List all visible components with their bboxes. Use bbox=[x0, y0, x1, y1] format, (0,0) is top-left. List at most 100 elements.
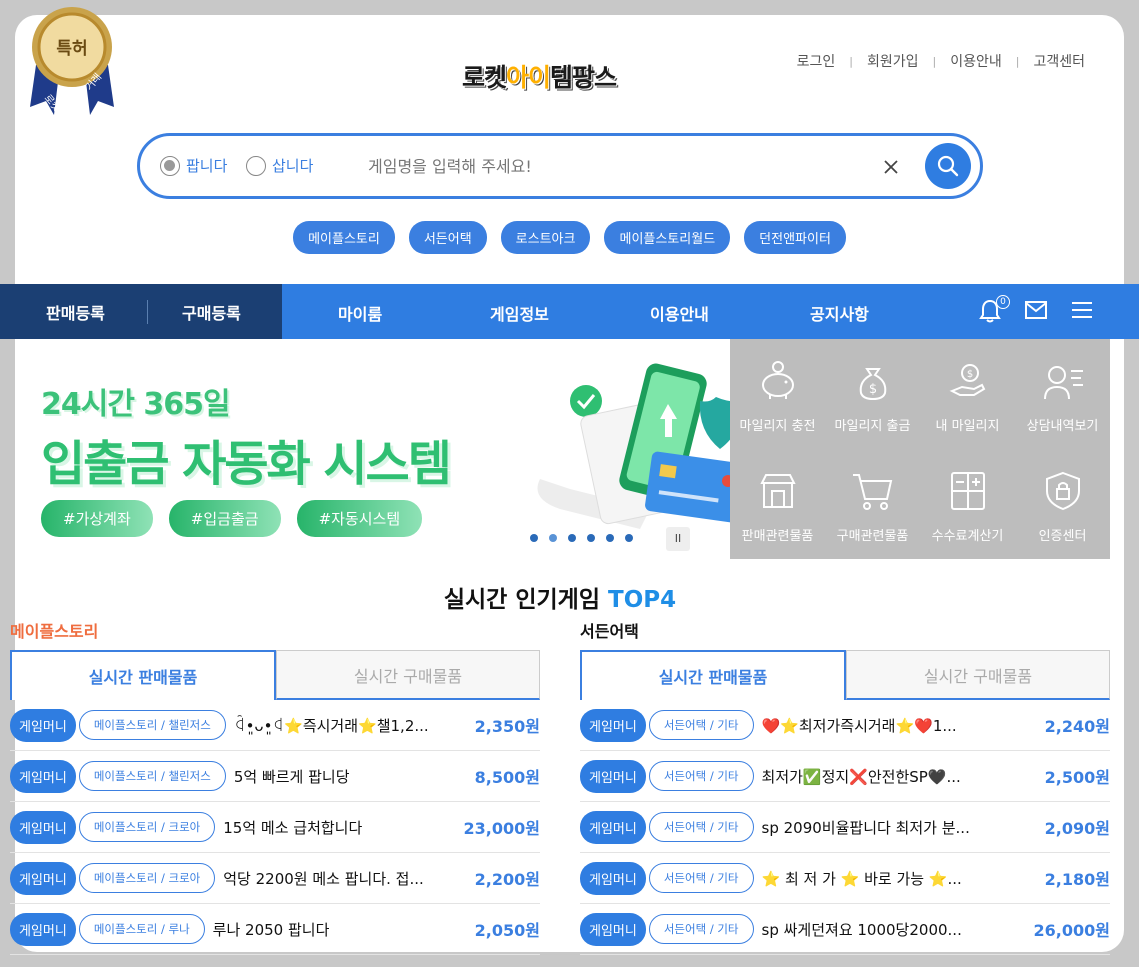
quick-mileage-withdraw[interactable]: $ 마일리지 출금 bbox=[825, 339, 920, 449]
chip-lost-ark[interactable]: 로스트아크 bbox=[500, 221, 591, 254]
tab-realtime-sell[interactable]: 실시간 판매물품 bbox=[580, 650, 846, 700]
listing-row[interactable]: 게임머니 서든어택 / 기타 sp 2090비율팝니다 최저가 분... 2,0… bbox=[580, 802, 1110, 853]
listing-price: 26,000원 bbox=[1033, 921, 1110, 940]
listing-title[interactable]: sp 싸게던져요 1000당2000... bbox=[762, 919, 962, 940]
nav-divider bbox=[147, 299, 148, 324]
listing-title[interactable]: ꒈ•͈ᴗ•͈ꒉ⭐즉시거래⭐챌1,2... bbox=[234, 715, 429, 736]
quick-auth-center[interactable]: 인증센터 bbox=[1015, 449, 1110, 559]
customer-center-link[interactable]: 고객센터 bbox=[1019, 51, 1099, 71]
headset-icon bbox=[1043, 366, 1083, 400]
quick-fee-calculator[interactable]: 수수료계산기 bbox=[920, 449, 1015, 559]
sell-register-button[interactable]: 판매등록 bbox=[46, 300, 105, 324]
realtime-section-title: 실시간 인기게임 TOP4 bbox=[0, 580, 1120, 614]
listing-title[interactable]: 5억 빠르게 팝니당 bbox=[234, 766, 350, 787]
coin-hand-icon: $ bbox=[949, 364, 985, 396]
carousel-dot[interactable] bbox=[625, 534, 633, 542]
banner-tag: #자동시스템 bbox=[296, 500, 423, 537]
listing-row[interactable]: 게임머니 메이플스토리 / 챌린저스 5억 빠르게 팝니당 8,500원 bbox=[10, 751, 540, 802]
search-icon bbox=[937, 155, 959, 177]
quick-mileage-charge[interactable]: 마일리지 충전 bbox=[730, 339, 825, 449]
carousel-dot[interactable] bbox=[606, 534, 614, 542]
radio-sell[interactable]: 팝니다 bbox=[160, 155, 227, 176]
listing-title[interactable]: 15억 메소 급처합니다 bbox=[223, 817, 362, 838]
quick-label: 판매관련물품 bbox=[741, 529, 814, 544]
listing-row[interactable]: 게임머니 메이플스토리 / 크로아 15억 메소 급처합니다 23,000원 bbox=[10, 802, 540, 853]
quick-my-mileage[interactable]: $ 내 마일리지 bbox=[920, 339, 1015, 449]
listing-row[interactable]: 게임머니 서든어택 / 기타 ⭐ 최 저 가 ⭐ 바로 가능 ⭐... 2,18… bbox=[580, 853, 1110, 904]
listing-title[interactable]: ⭐ 최 저 가 ⭐ 바로 가능 ⭐... bbox=[762, 868, 962, 889]
chip-maplestory[interactable]: 메이플스토리 bbox=[293, 221, 395, 254]
carousel-pause-button[interactable]: II bbox=[666, 527, 690, 551]
listing-title[interactable]: 루나 2050 팝니다 bbox=[213, 919, 330, 940]
nav-notice[interactable]: 공지사항 bbox=[810, 301, 869, 325]
listing-title[interactable]: 억당 2200원 메소 팝니다. 접... bbox=[223, 868, 424, 889]
mail-icon[interactable] bbox=[1025, 301, 1047, 319]
server-badge: 메이플스토리 / 챌린저스 bbox=[78, 761, 226, 791]
listing-price: 2,180원 bbox=[1044, 870, 1110, 889]
listing-row[interactable]: 게임머니 메이플스토리 / 크로아 억당 2200원 메소 팝니다. 접... … bbox=[10, 853, 540, 904]
column-game-name[interactable]: 메이플스토리 bbox=[10, 618, 540, 650]
carousel-dot[interactable] bbox=[549, 534, 557, 542]
store-icon bbox=[759, 474, 796, 508]
chip-dnf[interactable]: 던전앤파이터 bbox=[744, 221, 846, 254]
logo-rest: 템팡스 bbox=[550, 63, 617, 92]
server-badge: 메이플스토리 / 루나 bbox=[78, 914, 205, 944]
nav-game-info[interactable]: 게임정보 bbox=[490, 301, 549, 325]
radio-buy[interactable]: 삽니다 bbox=[246, 155, 313, 176]
quick-label: 구매관련물품 bbox=[836, 529, 909, 544]
banner-line2: 입출금 자동화 시스템 bbox=[41, 436, 452, 492]
calculator-icon bbox=[950, 472, 985, 510]
tab-realtime-sell[interactable]: 실시간 판매물품 bbox=[10, 650, 276, 700]
clear-icon[interactable] bbox=[880, 156, 902, 178]
item-type-badge: 게임머니 bbox=[10, 708, 76, 742]
quick-consult-history[interactable]: 상담내역보기 bbox=[1015, 339, 1110, 449]
search-input[interactable] bbox=[368, 151, 868, 181]
item-type-badge: 게임머니 bbox=[580, 810, 646, 844]
tab-realtime-buy[interactable]: 실시간 구매물품 bbox=[276, 650, 540, 700]
radio-buy-indicator[interactable] bbox=[246, 155, 266, 176]
column-game-name[interactable]: 서든어택 bbox=[580, 618, 1110, 650]
tab-realtime-buy[interactable]: 실시간 구매물품 bbox=[846, 650, 1110, 700]
guide-link[interactable]: 이용안내 bbox=[936, 51, 1016, 71]
nav-myroom[interactable]: 마이룸 bbox=[338, 301, 382, 325]
hamburger-menu-icon[interactable] bbox=[1071, 300, 1093, 320]
sudden-attack-column: 서든어택 실시간 판매물품 실시간 구매물품 게임머니 서든어택 / 기타 ❤️… bbox=[580, 618, 1110, 955]
quick-buy-items[interactable]: 구매관련물품 bbox=[825, 449, 920, 559]
logo-accent: 아이 bbox=[506, 63, 551, 92]
promo-banner[interactable]: 24시간 365일 입출금 자동화 시스템 #가상계좌 #입금출금 #자동시스템… bbox=[15, 339, 743, 560]
buy-register-button[interactable]: 구매등록 bbox=[182, 300, 241, 324]
listing-row[interactable]: 게임머니 메이플스토리 / 챌린저스 ꒈ•͈ᴗ•͈ꒉ⭐즉시거래⭐챌1,2... … bbox=[10, 700, 540, 751]
quick-label: 마일리지 충전 bbox=[739, 419, 816, 434]
carousel-dot[interactable] bbox=[587, 534, 595, 542]
carousel-dot[interactable] bbox=[530, 534, 538, 542]
listing-row[interactable]: 게임머니 메이플스토리 / 루나 루나 2050 팝니다 2,050원 bbox=[10, 904, 540, 955]
login-link[interactable]: 로그인 bbox=[783, 51, 850, 71]
listing-row[interactable]: 게임머니 서든어택 / 기타 ❤️⭐최저가즉시거래⭐❤️1... 2,240원 bbox=[580, 700, 1110, 751]
site-logo[interactable]: 로켓아이템팡스 bbox=[462, 58, 617, 94]
money-bag-icon: $ bbox=[859, 368, 886, 401]
listing-row[interactable]: 게임머니 서든어택 / 기타 최저가✅정지❌안전한SP🖤... 2,500원 bbox=[580, 751, 1110, 802]
item-type-badge: 게임머니 bbox=[580, 759, 646, 793]
notification-count-badge: 0 bbox=[996, 295, 1010, 309]
item-type-badge: 게임머니 bbox=[10, 759, 76, 793]
chip-sudden-attack[interactable]: 서든어택 bbox=[408, 221, 487, 254]
radio-buy-label: 삽니다 bbox=[272, 157, 314, 175]
listing-row[interactable]: 게임머니 서든어택 / 기타 sp 싸게던져요 1000당2000... 26,… bbox=[580, 904, 1110, 955]
search-button[interactable] bbox=[925, 143, 971, 189]
shield-lock-icon bbox=[1045, 471, 1080, 511]
radio-sell-label: 팝니다 bbox=[186, 157, 228, 175]
piggy-bank-icon bbox=[761, 361, 794, 399]
listing-rows: 게임머니 서든어택 / 기타 ❤️⭐최저가즉시거래⭐❤️1... 2,240원 … bbox=[580, 700, 1110, 955]
svg-text:$: $ bbox=[868, 382, 876, 397]
carousel-dot[interactable] bbox=[568, 534, 576, 542]
chip-maplestory-worlds[interactable]: 메이플스토리월드 bbox=[604, 221, 731, 254]
radio-sell-indicator[interactable] bbox=[160, 155, 180, 176]
listing-title[interactable]: sp 2090비율팝니다 최저가 분... bbox=[762, 817, 970, 838]
signup-link[interactable]: 회원가입 bbox=[853, 51, 933, 71]
nav-guide[interactable]: 이용안내 bbox=[650, 301, 709, 325]
register-group: 판매등록 구매등록 bbox=[0, 284, 282, 339]
listing-price: 8,500원 bbox=[474, 768, 540, 787]
listing-title[interactable]: ❤️⭐최저가즉시거래⭐❤️1... bbox=[762, 715, 957, 736]
quick-sell-items[interactable]: 판매관련물품 bbox=[730, 449, 825, 559]
listing-title[interactable]: 최저가✅정지❌안전한SP🖤... bbox=[762, 766, 961, 787]
